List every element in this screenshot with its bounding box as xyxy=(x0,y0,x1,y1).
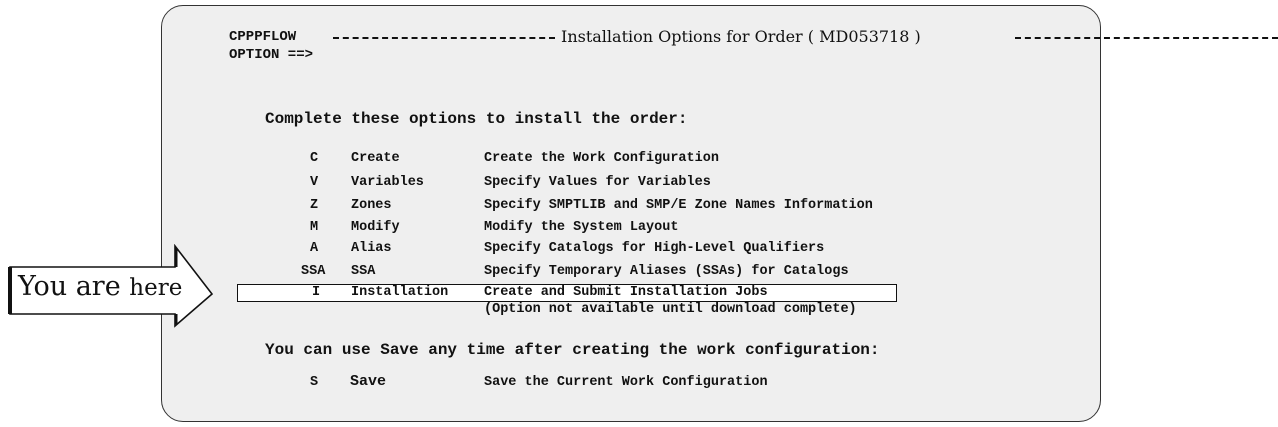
option-name: Alias xyxy=(351,241,392,256)
option-code: A xyxy=(310,241,319,256)
option-name: Modify xyxy=(351,220,400,235)
option-code: C xyxy=(310,151,319,166)
panel-id: CPPPFLOW xyxy=(229,29,297,45)
option-description: Specify SMPTLIB and SMP/E Zone Names Inf… xyxy=(484,198,873,213)
option-description: Specify Temporary Aliases (SSAs) for Cat… xyxy=(484,264,849,279)
option-description: Modify the System Layout xyxy=(484,220,679,235)
option-note: (Option not available until download com… xyxy=(484,302,857,317)
option-description: Save the Current Work Configuration xyxy=(484,375,768,390)
option-code: Z xyxy=(310,198,319,213)
title-right-dashes xyxy=(1015,37,1278,39)
option-prompt: OPTION ==> xyxy=(229,47,314,63)
you-are-here-callout: You are here xyxy=(0,244,215,330)
option-description: Create and Submit Installation Jobs xyxy=(484,285,768,300)
complete-options-intro: Complete these options to install the or… xyxy=(265,110,688,128)
option-name: Variables xyxy=(351,175,424,190)
option-name: Create xyxy=(351,151,400,166)
option-name: SSA xyxy=(351,264,376,279)
option-code: M xyxy=(310,220,319,235)
option-code: I xyxy=(312,285,321,300)
option-name: Installation xyxy=(351,285,449,300)
callout-text-here: here xyxy=(129,275,183,301)
option-input[interactable] xyxy=(318,46,618,63)
title-left-dashes xyxy=(333,37,555,39)
option-name: Save xyxy=(350,373,387,390)
you-are-here-label: You are here xyxy=(18,271,182,304)
option-description: Specify Values for Variables xyxy=(484,175,711,190)
option-code: SSA xyxy=(301,264,326,279)
option-name: Zones xyxy=(351,198,392,213)
save-intro: You can use Save any time after creating… xyxy=(265,341,880,359)
panel-title: Installation Options for Order ( MD05371… xyxy=(561,27,921,46)
option-code: S xyxy=(310,375,319,390)
option-description: Specify Catalogs for High-Level Qualifie… xyxy=(484,241,825,256)
option-code: V xyxy=(310,175,319,190)
callout-text-main: You are xyxy=(18,271,121,302)
option-description: Create the Work Configuration xyxy=(484,151,719,166)
